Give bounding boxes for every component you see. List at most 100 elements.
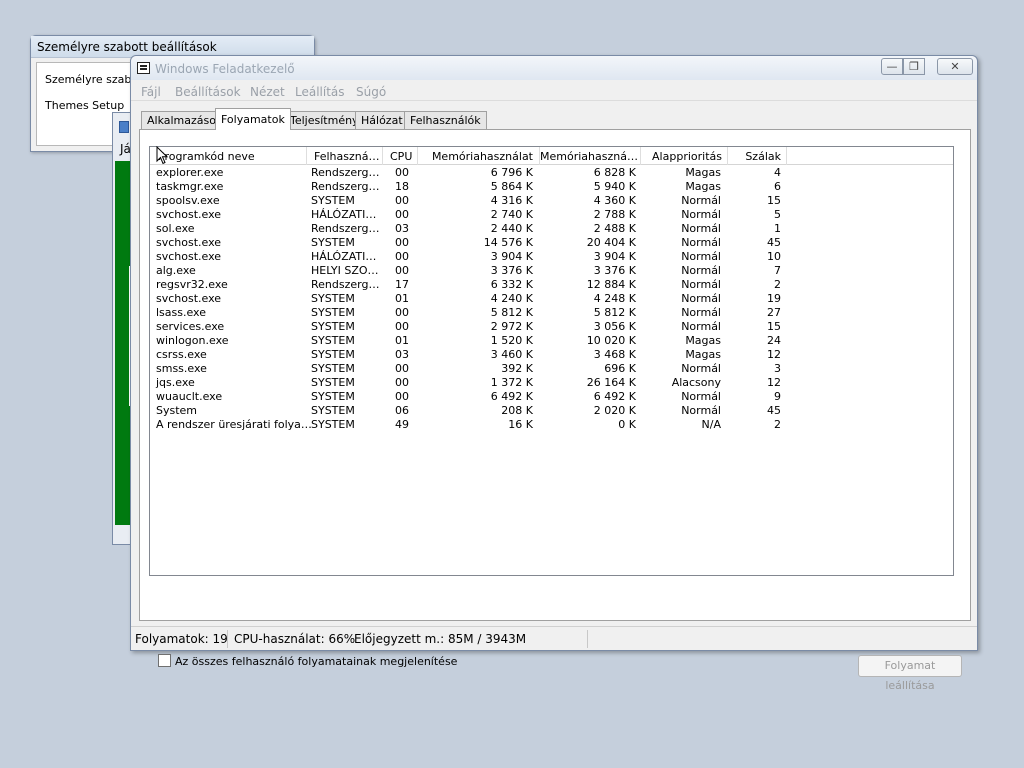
process-row[interactable]: explorer.exe Rendszerg… 00 6 796 K 6 828 K Ma… (150, 166, 953, 180)
column-memory[interactable]: Memóriahasználat (418, 147, 540, 165)
cell-cpu: 03 (395, 222, 409, 235)
cell-base-priority: Normál (681, 194, 721, 207)
cell-threads: 9 (774, 390, 781, 403)
cell-base-priority: Normál (681, 390, 721, 403)
cell-peak-memory: 3 468 K (593, 348, 636, 361)
minimize-button[interactable]: — (881, 58, 903, 75)
cell-peak-memory: 26 164 K (586, 376, 636, 389)
cell-user-name: SYSTEM (311, 194, 355, 207)
cell-image-name: spoolsv.exe (156, 194, 220, 207)
process-row[interactable]: alg.exe HELYI SZO… 00 3 376 K 3 376 K Normál 7 (150, 264, 953, 278)
cell-threads: 12 (767, 348, 781, 361)
cell-cpu: 06 (395, 404, 409, 417)
process-row[interactable]: smss.exe SYSTEM 00 392 K 696 K Normál 3 (150, 362, 953, 376)
cell-image-name: winlogon.exe (156, 334, 229, 347)
cell-peak-memory: 5 940 K (593, 180, 636, 193)
cell-threads: 3 (774, 362, 781, 375)
process-row[interactable]: csrss.exe SYSTEM 03 3 460 K 3 468 K Magas 12 (150, 348, 953, 362)
column-image-name[interactable]: Programkód neve (150, 147, 307, 165)
show-all-users-checkbox[interactable] (158, 654, 171, 667)
cell-image-name: svchost.exe (156, 250, 222, 263)
tab-processes[interactable]: Folyamatok (215, 108, 291, 130)
column-peak-memory[interactable]: Memóriahaszná… (540, 147, 641, 165)
cell-user-name: Rendszerg… (311, 222, 380, 235)
process-row[interactable]: svchost.exe HÁLÓZATI… 00 2 740 K 2 788 K Norm… (150, 208, 953, 222)
menu-bar: Fájl Beállítások Nézet Leállítás Súgó (131, 81, 977, 101)
process-row[interactable]: sol.exe Rendszerg… 03 2 440 K 2 488 K Normál 1 (150, 222, 953, 236)
column-base-priority[interactable]: Alapprioritás (641, 147, 728, 165)
cell-user-name: Rendszerg… (311, 166, 380, 179)
cell-peak-memory: 696 K (604, 362, 636, 375)
cell-memory: 14 576 K (483, 236, 533, 249)
status-commit-charge: Előjegyzett m.: 85M / 3943M (354, 632, 527, 646)
column-cpu[interactable]: CPU (383, 147, 418, 165)
cell-threads: 45 (767, 236, 781, 249)
process-row[interactable]: wuauclt.exe SYSTEM 00 6 492 K 6 492 K Normál 9 (150, 390, 953, 404)
process-row[interactable]: svchost.exe SYSTEM 01 4 240 K 4 248 K Normál 1… (150, 292, 953, 306)
cell-base-priority: Normál (681, 292, 721, 305)
cell-user-name: SYSTEM (311, 376, 355, 389)
close-button[interactable]: ✕ (937, 58, 973, 75)
menu-help[interactable]: Súgó (356, 85, 386, 99)
process-list[interactable]: Programkód neve Felhaszná… CPU Memóriaha… (149, 146, 954, 576)
process-row[interactable]: lsass.exe SYSTEM 00 5 812 K 5 812 K Normál 27 (150, 306, 953, 320)
task-manager-window[interactable]: Windows Feladatkezelő — ❐ ✕ Fájl Beállít… (130, 55, 978, 692)
cell-memory: 3 460 K (490, 348, 533, 361)
cell-base-priority: Normál (681, 222, 721, 235)
cell-memory: 3 904 K (490, 250, 533, 263)
tab-networking[interactable]: Hálózat (355, 111, 409, 130)
cell-peak-memory: 3 056 K (593, 320, 636, 333)
tab-performance[interactable]: Teljesítmény (284, 111, 365, 130)
cell-user-name: SYSTEM (311, 390, 355, 403)
cell-peak-memory: 2 020 K (593, 404, 636, 417)
cell-image-name: jqs.exe (156, 376, 195, 389)
tab-users[interactable]: Felhasználók (404, 111, 487, 130)
process-row[interactable]: A rendszer üresjárati folya… SYSTEM 49 16 K… (150, 418, 953, 432)
cell-threads: 7 (774, 264, 781, 277)
show-all-users-label[interactable]: Az összes felhasználó folyamatainak megj… (175, 655, 457, 668)
title-bar[interactable]: Windows Feladatkezelő — ❐ ✕ (131, 56, 977, 80)
process-row[interactable]: svchost.exe SYSTEM 00 14 576 K 20 404 K Normá… (150, 236, 953, 250)
column-user-name[interactable]: Felhaszná… (307, 147, 383, 165)
menu-file[interactable]: Fájl (141, 85, 161, 99)
cell-image-name: regsvr32.exe (156, 278, 228, 291)
process-row[interactable]: System SYSTEM 06 208 K 2 020 K Normál 45 (150, 404, 953, 418)
cell-memory: 6 796 K (490, 166, 533, 179)
cell-memory: 1 520 K (490, 334, 533, 347)
process-row[interactable]: taskmgr.exe Rendszerg… 18 5 864 K 5 940 K Mag… (150, 180, 953, 194)
menu-options[interactable]: Beállítások (175, 85, 241, 99)
cell-base-priority: Normál (681, 320, 721, 333)
end-process-button[interactable]: Folyamat leállítása (858, 655, 962, 692)
cell-user-name: SYSTEM (311, 320, 355, 333)
menu-shutdown[interactable]: Leállítás (295, 85, 345, 99)
process-row[interactable]: services.exe SYSTEM 00 2 972 K 3 056 K Normál… (150, 320, 953, 334)
cell-threads: 4 (774, 166, 781, 179)
cell-cpu: 00 (395, 194, 409, 207)
cell-cpu: 00 (395, 250, 409, 263)
column-threads[interactable]: Szálak (728, 147, 787, 165)
cell-cpu: 03 (395, 348, 409, 361)
cell-peak-memory: 3 376 K (593, 264, 636, 277)
process-row[interactable]: regsvr32.exe Rendszerg… 17 6 332 K 12 884 K N… (150, 278, 953, 292)
cell-memory: 208 K (501, 404, 533, 417)
cell-threads: 19 (767, 292, 781, 305)
cell-base-priority: N/A (701, 418, 721, 431)
cell-user-name: SYSTEM (311, 334, 355, 347)
cell-image-name: explorer.exe (156, 166, 224, 179)
cell-image-name: System (156, 404, 198, 417)
process-row[interactable]: svchost.exe HÁLÓZATI… 00 3 904 K 3 904 K Norm… (150, 250, 953, 264)
task-manager-icon (137, 62, 150, 74)
menu-view[interactable]: Nézet (250, 85, 285, 99)
process-row[interactable]: spoolsv.exe SYSTEM 00 4 316 K 4 360 K Normál 1… (150, 194, 953, 208)
process-row[interactable]: winlogon.exe SYSTEM 01 1 520 K 10 020 K Magas… (150, 334, 953, 348)
personalization-item[interactable]: Themes Setup (45, 99, 124, 112)
cell-base-priority: Normál (681, 208, 721, 221)
cell-user-name: Rendszerg… (311, 180, 380, 193)
restore-button[interactable]: ❐ (903, 58, 925, 75)
cell-memory: 4 240 K (490, 292, 533, 305)
tab-strip: Alkalmazások Folyamatok Teljesítmény Hál… (131, 106, 977, 130)
cell-memory: 6 492 K (490, 390, 533, 403)
cell-image-name: svchost.exe (156, 292, 222, 305)
cell-image-name: csrss.exe (156, 348, 207, 361)
process-row[interactable]: jqs.exe SYSTEM 00 1 372 K 26 164 K Alacsony 12 (150, 376, 953, 390)
